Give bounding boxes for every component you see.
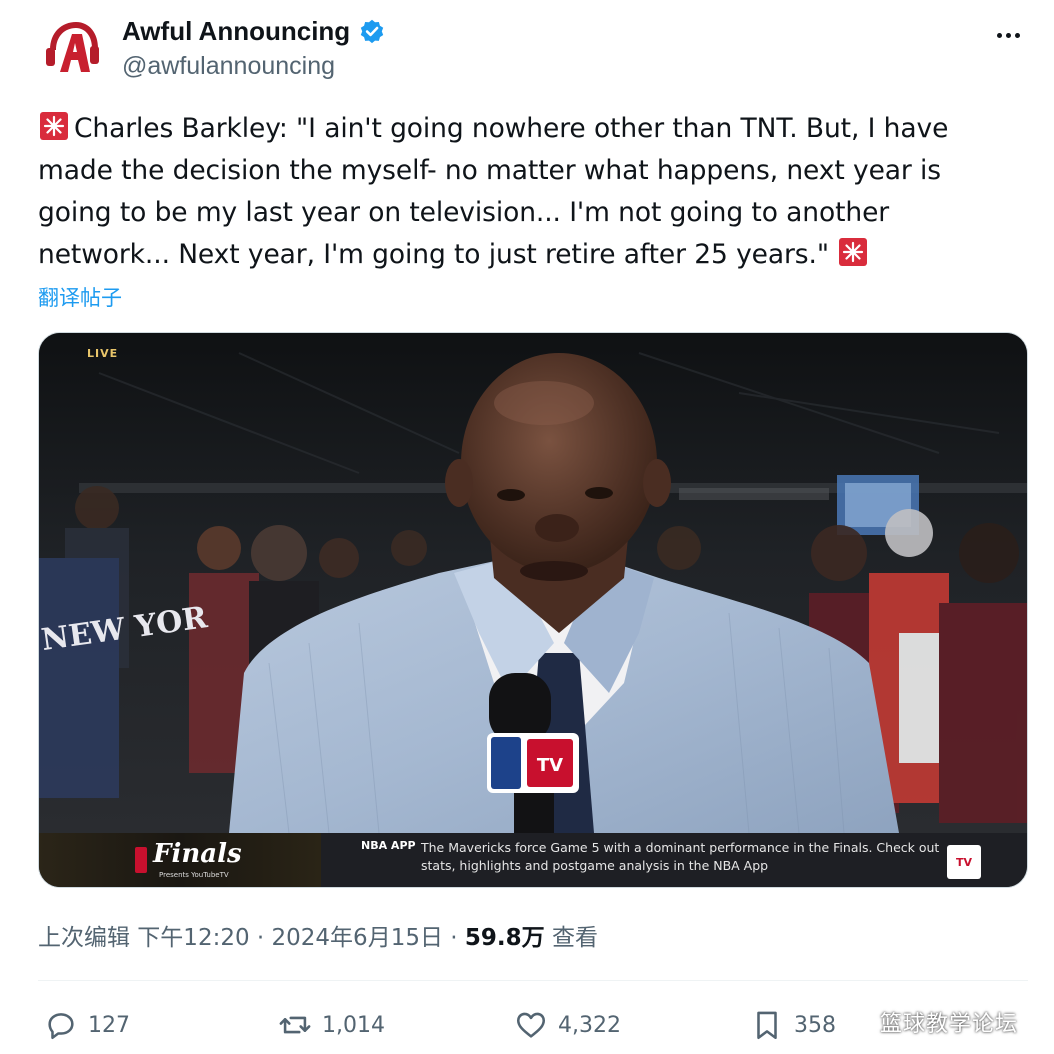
bookmark-button[interactable]: 358: [750, 1000, 836, 1050]
like-count: 4,322: [558, 1012, 621, 1038]
broadcast-scene-image: NEW YOR TV: [39, 333, 1027, 833]
tweet-line-3: going to be my last year on television..…: [38, 197, 890, 228]
tweet-line-2: made the decision the myself- no matter …: [38, 155, 942, 186]
tweet-header: Awful Announcing @awfulannouncing: [38, 14, 1028, 90]
repost-count: 1,014: [322, 1012, 385, 1038]
siren-emoji-icon: [40, 112, 68, 140]
heart-icon: [516, 1012, 546, 1038]
author-display-name[interactable]: Awful Announcing: [122, 16, 350, 47]
tweet-line-4-text: network... Next year, I'm going to just …: [38, 239, 829, 270]
repost-button[interactable]: 1,014: [278, 1000, 385, 1050]
bookmark-count: 358: [794, 1012, 836, 1038]
reply-icon: [48, 1013, 74, 1040]
author-avatar[interactable]: [38, 14, 108, 84]
more-options-icon[interactable]: [988, 20, 1028, 50]
tweet-line-4: network... Next year, I'm going to just …: [38, 234, 1028, 276]
nba-logo-icon: [135, 847, 147, 873]
ticker-text: The Mavericks force Game 5 with a domina…: [421, 840, 940, 873]
tweet-meta: 上次编辑 下午12:20 · 2024年6月15日 · 59.8万 查看: [38, 918, 598, 952]
live-badge: LIVE: [87, 347, 119, 360]
tweet-media-image[interactable]: NEW YOR TV LIVE Finals Presents YouTubeT…: [38, 332, 1028, 888]
divider: [38, 980, 1028, 981]
mic-flag-text: TV: [537, 755, 563, 776]
reply-count: 127: [88, 1012, 130, 1038]
finals-sponsor: Presents YouTubeTV: [159, 871, 229, 879]
verified-badge-icon: [360, 19, 384, 43]
tweet-line-1: Charles Barkley: "I ain't going nowhere …: [38, 108, 1028, 150]
watermark: 篮球教学论坛: [880, 1012, 1019, 1037]
author-name-row: Awful Announcing: [122, 16, 386, 47]
ticker-label: NBA APP: [361, 839, 416, 852]
tweet-text: Charles Barkley: "I ain't going nowhere …: [38, 108, 1028, 276]
broadcast-ticker: Finals Presents YouTubeTV NBA APP The Ma…: [39, 833, 1027, 887]
bookmark-icon: [757, 1011, 777, 1040]
views-count: 59.8万: [464, 925, 545, 951]
translate-post-link[interactable]: 翻译帖子: [38, 282, 122, 312]
like-button[interactable]: 4,322: [514, 1000, 621, 1050]
finals-logo: Finals: [153, 839, 242, 869]
views-label: 查看: [544, 925, 598, 951]
tweet-line-1-text: Charles Barkley: "I ain't going nowhere …: [74, 113, 949, 144]
siren-emoji-icon: [838, 238, 867, 266]
reply-button[interactable]: 127: [44, 1000, 130, 1050]
edited-timestamp[interactable]: 上次编辑 下午12:20 · 2024年6月15日 ·: [38, 925, 465, 951]
author-handle[interactable]: @awfulannouncing: [122, 52, 335, 81]
repost-icon: [279, 1016, 311, 1034]
nba-tv-logo-icon: TV: [947, 845, 981, 879]
awful-announcing-logo-icon: [39, 15, 107, 83]
finals-branding: Finals Presents YouTubeTV: [39, 833, 321, 887]
